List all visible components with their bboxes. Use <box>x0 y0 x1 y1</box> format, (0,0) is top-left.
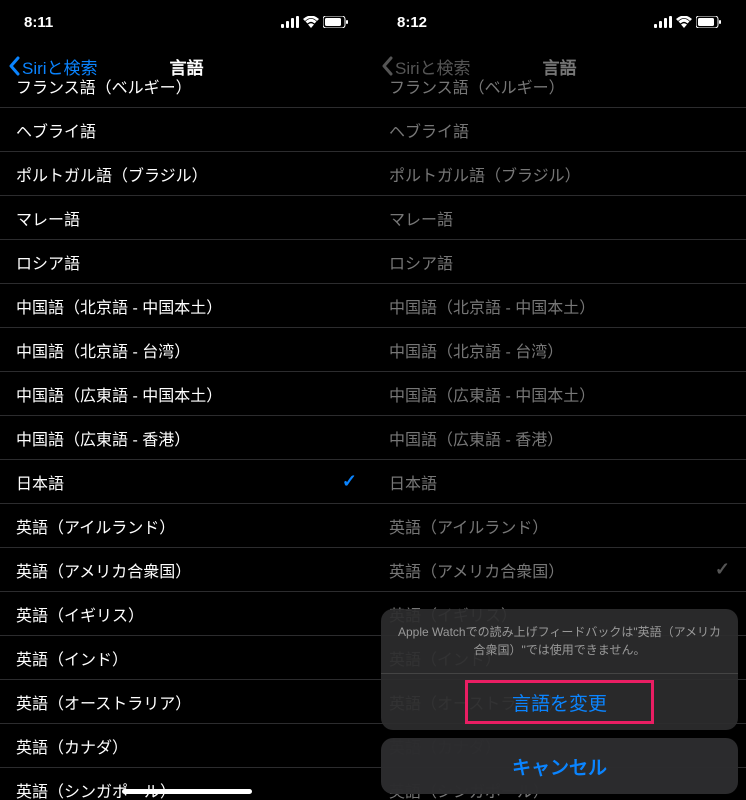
language-label: 英語（アメリカ合衆国） <box>389 558 564 582</box>
list-item[interactable]: 英語（イギリス） <box>0 592 373 636</box>
chevron-left-icon <box>381 56 393 76</box>
language-label: 英語（オーストラリア） <box>16 690 191 714</box>
action-sheet: Apple Watchでの読み上げフィードバックは"英語（アメリカ合衆国）"では… <box>381 609 738 794</box>
language-label: ポルトガル語（ブラジル） <box>16 162 208 186</box>
wifi-icon <box>676 16 692 28</box>
status-indicators <box>281 16 349 28</box>
cancel-label: キャンセル <box>512 753 607 780</box>
list-item[interactable]: 中国語（北京語 - 台湾） <box>0 328 373 372</box>
language-label: 英語（アメリカ合衆国） <box>16 558 191 582</box>
language-label: 中国語（北京語 - 台湾） <box>16 338 190 362</box>
cancel-button[interactable]: キャンセル <box>381 738 738 794</box>
language-label: 英語（カナダ） <box>16 734 128 758</box>
back-label: Siriと検索 <box>395 54 471 79</box>
nav-bar: Siriと検索 言語 <box>373 44 746 88</box>
sheet-message: Apple Watchでの読み上げフィードバックは"英語（アメリカ合衆国）"では… <box>381 609 738 674</box>
screen-left: 8:11 Siriと検索 言語 フランス語（ベルギー）ヘブライ語ポルトガル語（ブ… <box>0 0 373 800</box>
checkmark-icon: ✓ <box>342 471 357 492</box>
list-item[interactable]: ヘブライ語 <box>0 108 373 152</box>
list-item[interactable]: 英語（アイルランド） <box>0 504 373 548</box>
home-indicator[interactable] <box>122 789 252 794</box>
list-item: 中国語（北京語 - 台湾） <box>373 328 746 372</box>
language-label: 英語（イギリス） <box>16 602 144 626</box>
language-label: ロシア語 <box>389 250 453 274</box>
list-item: 日本語 <box>373 460 746 504</box>
list-item[interactable]: 英語（アメリカ合衆国） <box>0 548 373 592</box>
list-item: ヘブライ語 <box>373 108 746 152</box>
nav-bar: Siriと検索 言語 <box>0 44 373 88</box>
status-bar: 8:11 <box>0 0 373 44</box>
list-item[interactable]: 日本語 ✓ <box>0 460 373 504</box>
change-language-label: 言語を変更 <box>512 689 607 716</box>
back-label: Siriと検索 <box>22 54 98 79</box>
list-item: ロシア語 <box>373 240 746 284</box>
language-label: マレー語 <box>16 206 80 230</box>
list-item[interactable]: マレー語 <box>0 196 373 240</box>
cellular-icon <box>654 16 672 28</box>
page-title: 言語 <box>170 54 204 79</box>
list-item[interactable]: 中国語（広東語 - 中国本土） <box>0 372 373 416</box>
list-item[interactable]: 英語（シンガポール） <box>0 768 373 800</box>
language-label: 中国語（北京語 - 中国本土） <box>389 294 595 318</box>
language-label: 日本語 <box>16 470 64 494</box>
status-indicators <box>654 16 722 28</box>
cellular-icon <box>281 16 299 28</box>
language-label: ヘブライ語 <box>16 118 96 142</box>
wifi-icon <box>303 16 319 28</box>
chevron-left-icon <box>8 56 20 76</box>
status-time: 8:11 <box>24 14 53 31</box>
list-item[interactable]: 中国語（広東語 - 香港） <box>0 416 373 460</box>
list-item: 中国語（広東語 - 中国本土） <box>373 372 746 416</box>
sheet-group: Apple Watchでの読み上げフィードバックは"英語（アメリカ合衆国）"では… <box>381 609 738 730</box>
list-item[interactable]: 中国語（北京語 - 中国本土） <box>0 284 373 328</box>
list-item: ポルトガル語（ブラジル） <box>373 152 746 196</box>
change-language-button[interactable]: 言語を変更 <box>381 674 738 730</box>
back-button[interactable]: Siriと検索 <box>8 54 98 79</box>
language-label: ヘブライ語 <box>389 118 469 142</box>
list-item: 中国語（広東語 - 香港） <box>373 416 746 460</box>
status-bar: 8:12 <box>373 0 746 44</box>
language-label: 中国語（北京語 - 台湾） <box>389 338 563 362</box>
list-item: 英語（アメリカ合衆国） ✓ <box>373 548 746 592</box>
checkmark-icon: ✓ <box>715 559 730 580</box>
list-item: 中国語（北京語 - 中国本土） <box>373 284 746 328</box>
list-item: マレー語 <box>373 196 746 240</box>
language-label: 中国語（北京語 - 中国本土） <box>16 294 222 318</box>
battery-icon <box>323 16 349 28</box>
language-label: ロシア語 <box>16 250 80 274</box>
list-item[interactable]: 英語（カナダ） <box>0 724 373 768</box>
list-item[interactable]: 英語（オーストラリア） <box>0 680 373 724</box>
language-label: ポルトガル語（ブラジル） <box>389 162 581 186</box>
page-title: 言語 <box>543 54 577 79</box>
language-list[interactable]: フランス語（ベルギー）ヘブライ語ポルトガル語（ブラジル）マレー語ロシア語中国語（… <box>0 64 373 800</box>
language-label: 英語（インド） <box>16 646 128 670</box>
language-label: 英語（アイルランド） <box>389 514 548 538</box>
list-item[interactable]: ポルトガル語（ブラジル） <box>0 152 373 196</box>
language-label: 英語（アイルランド） <box>16 514 175 538</box>
language-label: 日本語 <box>389 470 437 494</box>
screen-right: 8:12 Siriと検索 言語 フランス語（ベルギー）ヘブライ語ポルトガル語（ブ… <box>373 0 746 800</box>
list-item: 英語（アイルランド） <box>373 504 746 548</box>
battery-icon <box>696 16 722 28</box>
language-label: 中国語（広東語 - 香港） <box>16 426 190 450</box>
language-label: マレー語 <box>389 206 453 230</box>
language-label: 中国語（広東語 - 中国本土） <box>16 382 222 406</box>
language-label: 中国語（広東語 - 香港） <box>389 426 563 450</box>
back-button: Siriと検索 <box>381 54 471 79</box>
status-time: 8:12 <box>397 14 427 31</box>
language-label: 中国語（広東語 - 中国本土） <box>389 382 595 406</box>
list-item[interactable]: 英語（インド） <box>0 636 373 680</box>
list-item[interactable]: ロシア語 <box>0 240 373 284</box>
